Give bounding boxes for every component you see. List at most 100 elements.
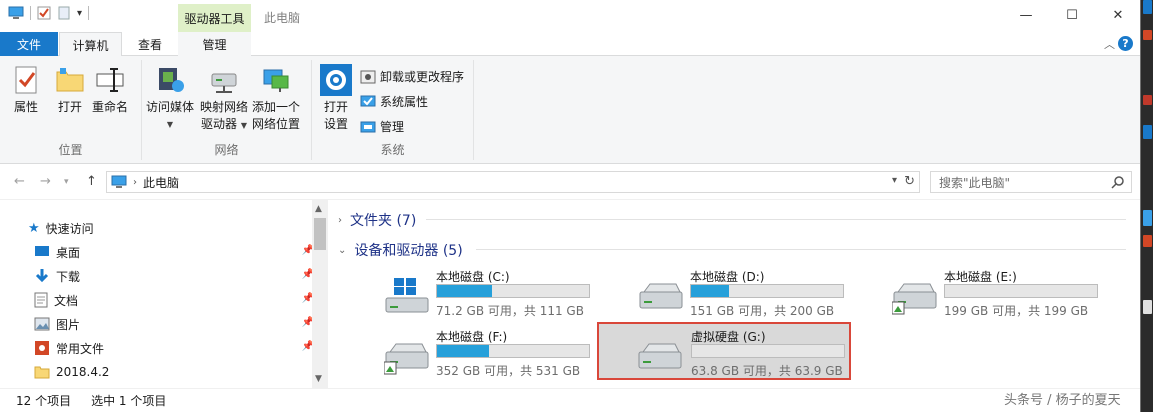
maximize-button[interactable]: ☐ xyxy=(1049,0,1095,30)
title-bar: ▾ 驱动器工具 此电脑 — ☐ ✕ xyxy=(0,0,1140,32)
up-arrow-icon[interactable]: ↑ xyxy=(86,174,97,189)
status-bar: 12 个项目 选中 1 个项目 xyxy=(0,388,1140,412)
drive-space-info: 71.2 GB 可用，共 111 GB xyxy=(436,304,584,318)
drive-usage-bar xyxy=(436,284,590,298)
group-label-system: 系统 xyxy=(380,143,405,157)
search-input[interactable]: 搜索"此电脑" xyxy=(939,174,1010,191)
open-settings-label-line1: 打开 xyxy=(323,100,348,114)
nav-pane-scrollbar[interactable]: ▲ ▼ xyxy=(312,200,328,388)
nav-item-desktop[interactable]: 桌面 📌 xyxy=(34,241,314,263)
scroll-down-icon[interactable]: ▼ xyxy=(315,374,322,384)
open-settings-label-line2: 设置 xyxy=(323,117,348,131)
uninstall-icon xyxy=(360,70,376,83)
drive-space-info: 151 GB 可用，共 200 GB xyxy=(690,304,835,318)
folders-section-title: 文件夹 (7) xyxy=(350,213,417,229)
search-icon[interactable] xyxy=(1111,175,1125,189)
manage-icon xyxy=(360,121,376,132)
tab-view[interactable]: 查看 xyxy=(122,32,178,56)
drive-g-selected[interactable]: 虚拟硬盘 (G:) 63.8 GB 可用，共 63.9 GB xyxy=(597,322,851,380)
ribbon-group-location: 属性 打开 重命名 位置 xyxy=(0,60,142,160)
address-bar[interactable]: › 此电脑 ▾ ↻ xyxy=(106,171,920,193)
nav-item-downloads[interactable]: 下载 📌 xyxy=(34,265,314,287)
drive-d[interactable]: 本地磁盘 (D:) 151 GB 可用，共 200 GB xyxy=(634,264,888,322)
refresh-icon[interactable]: ↻ xyxy=(904,174,915,189)
drive-name: 本地磁盘 (F:) xyxy=(436,330,508,344)
hard-drive-icon xyxy=(384,343,429,375)
breadcrumb-chevron-icon[interactable]: › xyxy=(133,177,137,188)
document-icon xyxy=(34,292,48,308)
tab-computer[interactable]: 计算机 xyxy=(59,32,122,57)
nav-item-common-files[interactable]: 常用文件 📌 xyxy=(34,337,314,359)
address-dropdown-icon[interactable]: ▾ xyxy=(892,175,897,186)
open-folder-icon xyxy=(56,68,84,92)
access-media-button[interactable]: 访问媒体 ▼ xyxy=(146,64,194,133)
ribbon-group-network: 访问媒体 ▼ 映射网络 驱动器 ▼ 添加一个 网络位置 网络 xyxy=(142,60,312,160)
devices-section-header[interactable]: ⌄ 设备和驱动器 (5) xyxy=(338,240,1126,260)
window-title: 此电脑 xyxy=(264,11,301,25)
nav-item-label: 桌面 xyxy=(56,245,81,260)
collapse-ribbon-icon[interactable]: ︿ xyxy=(1104,36,1115,52)
drive-name: 本地磁盘 (E:) xyxy=(944,270,1017,284)
windows-drive-icon xyxy=(385,278,429,313)
drive-name: 虚拟硬盘 (G:) xyxy=(691,330,766,344)
watermark: 头条号 / 杨子的夏天 xyxy=(1000,389,1125,408)
forward-arrow-icon[interactable]: → xyxy=(40,174,51,189)
system-properties-button[interactable]: 系统属性 xyxy=(360,93,428,110)
nav-item-label: 2018.4.2 xyxy=(56,365,110,379)
uninstall-program-button[interactable]: 卸载或更改程序 xyxy=(360,68,464,85)
rename-button[interactable]: 重命名 xyxy=(92,64,128,116)
network-drive-icon xyxy=(211,73,237,93)
tab-file[interactable]: 文件 xyxy=(0,32,58,56)
qat-dropdown-icon[interactable]: ▾ xyxy=(77,8,82,19)
explorer-window: ▾ 驱动器工具 此电脑 — ☐ ✕ 文件 计算机 查看 管理 ︿ ? 属性 打开 xyxy=(0,0,1141,412)
map-network-drive-button[interactable]: 映射网络 驱动器 ▼ xyxy=(200,64,248,134)
search-box[interactable]: 搜索"此电脑" xyxy=(930,171,1132,193)
minimize-button[interactable]: — xyxy=(1003,0,1049,30)
nav-quick-access[interactable]: ★ 快速访问 xyxy=(28,217,308,239)
back-arrow-icon[interactable]: ← xyxy=(14,174,25,189)
background-desktop-strip xyxy=(1141,0,1153,412)
properties-button[interactable]: 属性 xyxy=(10,64,42,116)
scroll-up-icon[interactable]: ▲ xyxy=(315,204,322,214)
tab-manage[interactable]: 管理 xyxy=(178,32,251,56)
computer-icon xyxy=(111,175,127,188)
access-media-label: 访问媒体 xyxy=(146,100,195,114)
help-icon[interactable]: ? xyxy=(1118,36,1133,51)
manage-button[interactable]: 管理 xyxy=(360,118,404,135)
drive-f[interactable]: 本地磁盘 (F:) 352 GB 可用，共 531 GB xyxy=(380,324,634,382)
group-label-network: 网络 xyxy=(214,143,239,157)
nav-item-folder-2018-4-2[interactable]: 2018.4.2 xyxy=(34,361,314,383)
open-button[interactable]: 打开 xyxy=(54,64,86,116)
drive-e[interactable]: 本地磁盘 (E:) 199 GB 可用，共 199 GB xyxy=(888,264,1140,322)
hard-drive-icon xyxy=(638,343,682,369)
hard-drive-icon xyxy=(639,283,683,309)
folders-section-header[interactable]: › 文件夹 (7) xyxy=(338,210,1126,230)
manage-label: 管理 xyxy=(380,120,405,134)
network-location-icon xyxy=(263,69,289,92)
nav-quick-access-label: 快速访问 xyxy=(45,221,94,236)
add-location-label-line1: 添加一个 xyxy=(252,100,301,114)
nav-item-documents[interactable]: 文档 📌 xyxy=(34,289,314,311)
new-folder-icon[interactable] xyxy=(57,6,71,20)
properties-label: 属性 xyxy=(13,100,38,114)
breadcrumb-this-pc[interactable]: 此电脑 xyxy=(143,174,179,191)
map-drive-label-line2: 驱动器 xyxy=(201,117,238,131)
scrollbar-thumb[interactable] xyxy=(314,218,326,250)
map-drive-label-line1: 映射网络 xyxy=(200,100,249,114)
section-divider xyxy=(476,249,1126,250)
uninstall-label: 卸载或更改程序 xyxy=(380,70,465,84)
recent-locations-chevron-icon[interactable]: ▾ xyxy=(64,177,69,187)
drive-c[interactable]: 本地磁盘 (C:) 71.2 GB 可用，共 111 GB xyxy=(380,264,634,322)
open-settings-button[interactable]: 打开 设置 xyxy=(320,64,352,133)
separator xyxy=(30,6,31,20)
group-label-location: 位置 xyxy=(58,143,83,157)
ribbon-tabs: 文件 计算机 查看 管理 ︿ ? xyxy=(0,32,1140,57)
nav-item-pictures[interactable]: 图片 📌 xyxy=(34,313,314,335)
computer-icon[interactable] xyxy=(8,6,24,20)
drive-usage-bar xyxy=(690,284,844,298)
drive-space-info: 199 GB 可用，共 199 GB xyxy=(944,304,1089,318)
close-button[interactable]: ✕ xyxy=(1095,0,1140,30)
properties-check-icon[interactable] xyxy=(37,6,51,20)
system-properties-label: 系统属性 xyxy=(380,95,429,109)
add-network-location-button[interactable]: 添加一个 网络位置 xyxy=(252,64,300,133)
